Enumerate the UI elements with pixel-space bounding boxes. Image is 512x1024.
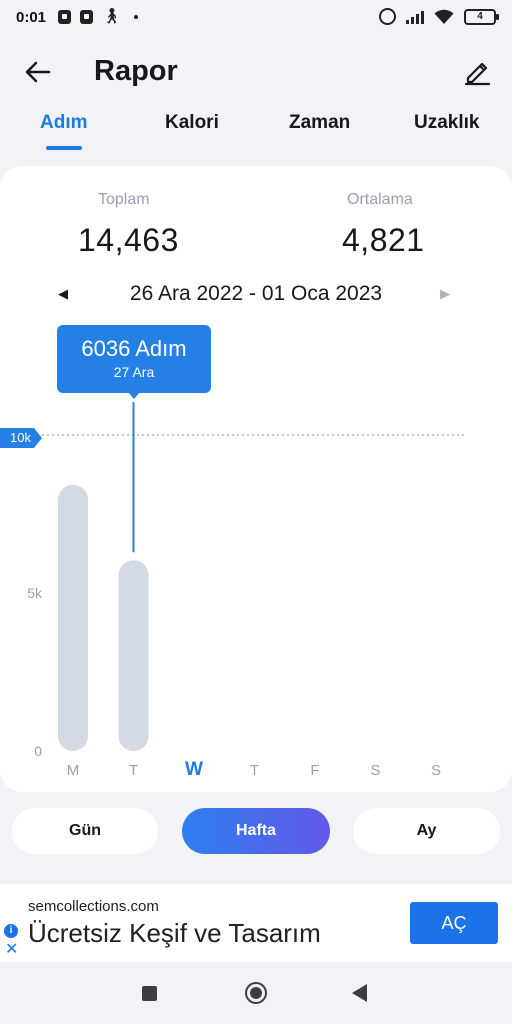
status-bar: 0:01 🚶︎ 4 <box>0 0 512 36</box>
period-month-button[interactable]: Ay <box>353 808 500 854</box>
x-tick-label: S <box>370 762 380 779</box>
x-tick-label: M <box>67 762 80 779</box>
steps-bar-chart: 0 5k M T W T F S S <box>27 402 464 780</box>
ad-info-icon[interactable]: i <box>4 924 18 938</box>
notification-app-icon <box>80 10 93 24</box>
x-tick-label: S <box>431 762 441 779</box>
y-tick-label: 5k <box>27 585 43 601</box>
tooltip-pointer <box>128 392 140 399</box>
report-card: Toplam 14,463 Ortalama 4,821 26 Ara 2022… <box>0 166 512 792</box>
ad-open-button[interactable]: AÇ <box>410 902 498 944</box>
y-tick-label: 0 <box>34 743 42 759</box>
arrow-left-icon <box>25 61 51 83</box>
tab-time[interactable]: Zaman <box>289 112 350 134</box>
x-tick-label: T <box>250 762 259 779</box>
bar <box>118 560 149 751</box>
selected-bar-tooltip: 6036 Adım 27 Ara <box>57 325 211 393</box>
alarm-icon <box>379 8 396 25</box>
tab-distance[interactable]: Uzaklık <box>414 112 479 134</box>
x-tick-label: F <box>310 762 319 779</box>
more-notifications-icon <box>134 15 139 19</box>
ad-domain: semcollections.com <box>28 898 159 915</box>
edit-button[interactable] <box>462 56 494 88</box>
battery-icon: 4 <box>464 8 499 25</box>
wifi-icon <box>434 9 454 24</box>
back-button[interactable] <box>22 56 54 88</box>
notification-app-icon <box>58 10 71 24</box>
ad-banner[interactable]: semcollections.com Ücretsiz Keşif ve Tas… <box>0 884 512 962</box>
status-time: 0:01 <box>16 9 47 26</box>
pencil-icon <box>464 62 491 86</box>
home-button[interactable] <box>245 982 267 1004</box>
ad-close-icon[interactable]: ✕ <box>5 942 18 958</box>
walking-icon: 🚶︎ <box>102 8 122 25</box>
signal-icon <box>406 10 424 24</box>
metric-tabs: Adım Kalori Zaman Uzaklık <box>0 108 512 152</box>
period-week-button[interactable]: Hafta <box>182 808 330 854</box>
tooltip-date: 27 Ara <box>113 364 155 380</box>
ad-headline[interactable]: Ücretsiz Keşif ve Tasarım <box>28 918 321 949</box>
period-day-button[interactable]: Gün <box>12 808 158 854</box>
system-nav-bar <box>0 962 512 1024</box>
page-title: Rapor <box>94 55 178 87</box>
active-tab-indicator <box>46 146 82 150</box>
recent-apps-button[interactable] <box>142 986 157 1001</box>
tooltip-value: 6036 Adım <box>81 336 187 361</box>
system-back-button[interactable] <box>352 984 367 1002</box>
x-tick-label: T <box>129 762 138 779</box>
x-tick-label: W <box>185 759 203 780</box>
tab-steps[interactable]: Adım <box>40 112 88 134</box>
goal-line-label: 10k <box>0 428 42 448</box>
tab-calories[interactable]: Kalori <box>165 112 219 134</box>
bar <box>58 484 88 751</box>
